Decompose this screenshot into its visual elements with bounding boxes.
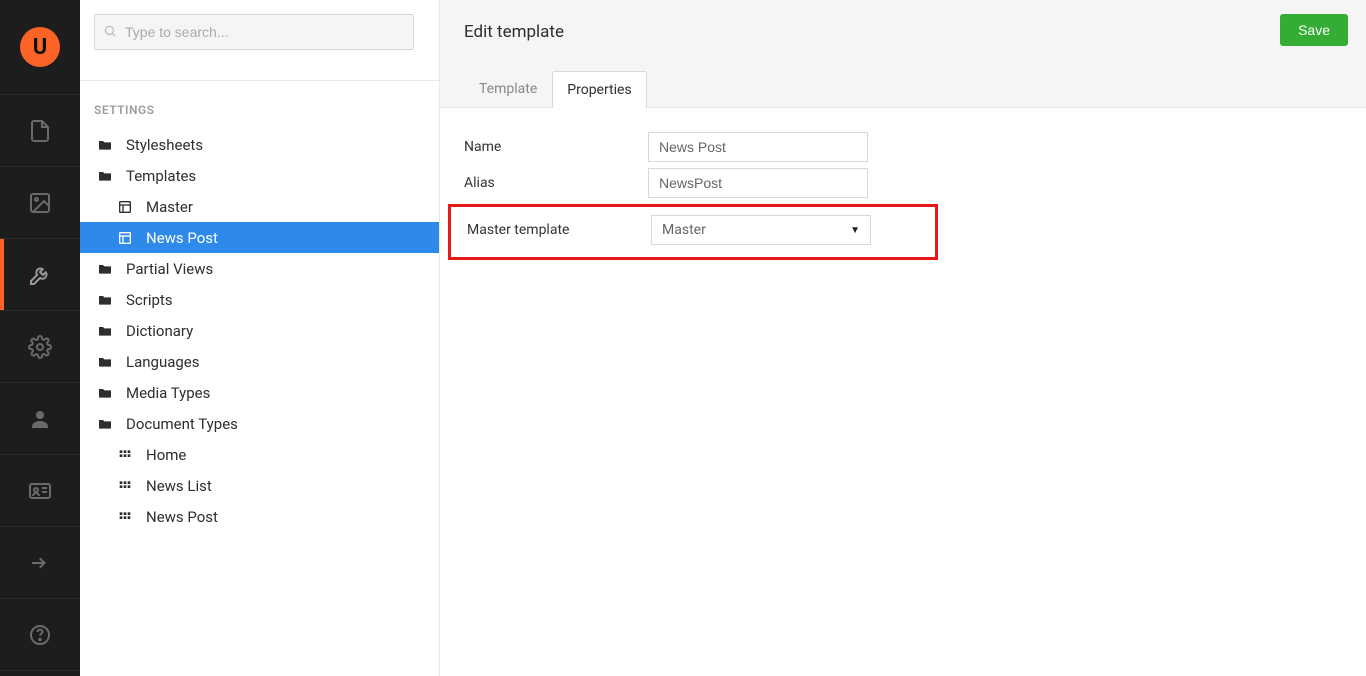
highlight-master-template: Master template Master ▼: [448, 204, 938, 260]
tree-section-header: SETTINGS: [80, 95, 439, 129]
tab-properties[interactable]: Properties: [552, 71, 646, 108]
label-master: Master template: [467, 222, 651, 238]
rail-members[interactable]: [0, 455, 80, 527]
rail-users[interactable]: [0, 383, 80, 455]
rail-settings[interactable]: [0, 239, 80, 311]
save-button[interactable]: Save: [1280, 14, 1348, 46]
image-icon: [28, 191, 52, 215]
tree-node-document-types[interactable]: Document Types: [80, 408, 439, 439]
search-input[interactable]: [94, 14, 414, 50]
tree-node-label: Dictionary: [126, 322, 193, 340]
select-master-template[interactable]: Master ▼: [651, 215, 871, 245]
folder-icon: [94, 385, 116, 401]
wrench-icon: [28, 263, 52, 287]
row-name: Name: [464, 132, 1342, 162]
editor-header: Edit template Save Template Properties: [440, 0, 1366, 108]
template-icon: [114, 230, 136, 246]
gear-icon: [28, 335, 52, 359]
template-icon: [114, 199, 136, 215]
tree-node-templates[interactable]: Templates: [80, 160, 439, 191]
app-logo[interactable]: U: [0, 0, 80, 95]
editor-pane: Edit template Save Template Properties N…: [440, 0, 1366, 676]
search-wrap: [80, 0, 439, 81]
tree-node-partial-views[interactable]: Partial Views: [80, 253, 439, 284]
row-master: Master template Master ▼: [467, 215, 895, 245]
tree-node-news-list[interactable]: News List: [80, 470, 439, 501]
folder-icon: [94, 416, 116, 432]
folder-icon: [94, 137, 116, 153]
label-alias: Alias: [464, 175, 648, 191]
editor-body: Name Alias Master template Master ▼: [440, 108, 1366, 284]
row-alias: Alias: [464, 168, 1342, 198]
doctype-icon: [114, 509, 136, 525]
rail-media[interactable]: [0, 167, 80, 239]
tree-node-label: Templates: [126, 167, 196, 185]
tree-node-label: Document Types: [126, 415, 238, 433]
search-icon: [103, 24, 117, 42]
tree-node-scripts[interactable]: Scripts: [80, 284, 439, 315]
tree-node-label: Stylesheets: [126, 136, 203, 154]
tree-node-news-post[interactable]: News Post: [80, 501, 439, 532]
tree-node-label: Home: [146, 446, 186, 464]
page-title: Edit template: [464, 0, 1342, 64]
tree-node-label: Partial Views: [126, 260, 213, 278]
tree-node-media-types[interactable]: Media Types: [80, 377, 439, 408]
tabs: Template Properties: [464, 70, 1342, 107]
doctype-icon: [114, 447, 136, 463]
input-alias[interactable]: [648, 168, 868, 198]
tree-node-news-post[interactable]: News Post: [80, 222, 439, 253]
tree-node-label: Media Types: [126, 384, 210, 402]
id-card-icon: [28, 479, 52, 503]
rail-developer[interactable]: [0, 311, 80, 383]
rail-help[interactable]: [0, 599, 80, 671]
select-value: Master: [662, 222, 706, 238]
chevron-down-icon: ▼: [850, 225, 860, 236]
logo-circle: U: [20, 27, 60, 67]
tree-node-label: Master: [146, 198, 193, 216]
tree-node-home[interactable]: Home: [80, 439, 439, 470]
folder-icon: [94, 261, 116, 277]
tree-node-label: Scripts: [126, 291, 173, 309]
folder-icon: [94, 168, 116, 184]
tree-node-label: News Post: [146, 508, 218, 526]
tree-node-master[interactable]: Master: [80, 191, 439, 222]
input-name[interactable]: [648, 132, 868, 162]
tree-body: SETTINGS Stylesheets Templates Master News …: [80, 81, 439, 676]
folder-icon: [94, 323, 116, 339]
file-icon: [28, 119, 52, 143]
tree-panel: SETTINGS Stylesheets Templates Master News …: [80, 0, 440, 676]
tree-node-stylesheets[interactable]: Stylesheets: [80, 129, 439, 160]
label-name: Name: [464, 139, 648, 155]
folder-icon: [94, 354, 116, 370]
arrow-right-icon: [28, 551, 52, 575]
tree-node-label: News Post: [146, 229, 218, 247]
tree-node-dictionary[interactable]: Dictionary: [80, 315, 439, 346]
tree-node-label: News List: [146, 477, 212, 495]
tree-node-label: Languages: [126, 353, 200, 371]
nav-rail: U: [0, 0, 80, 676]
rail-forms[interactable]: [0, 527, 80, 599]
doctype-icon: [114, 478, 136, 494]
tab-template[interactable]: Template: [464, 70, 552, 107]
tree-node-languages[interactable]: Languages: [80, 346, 439, 377]
rail-content[interactable]: [0, 95, 80, 167]
help-icon: [28, 623, 52, 647]
user-icon: [28, 407, 52, 431]
folder-icon: [94, 292, 116, 308]
